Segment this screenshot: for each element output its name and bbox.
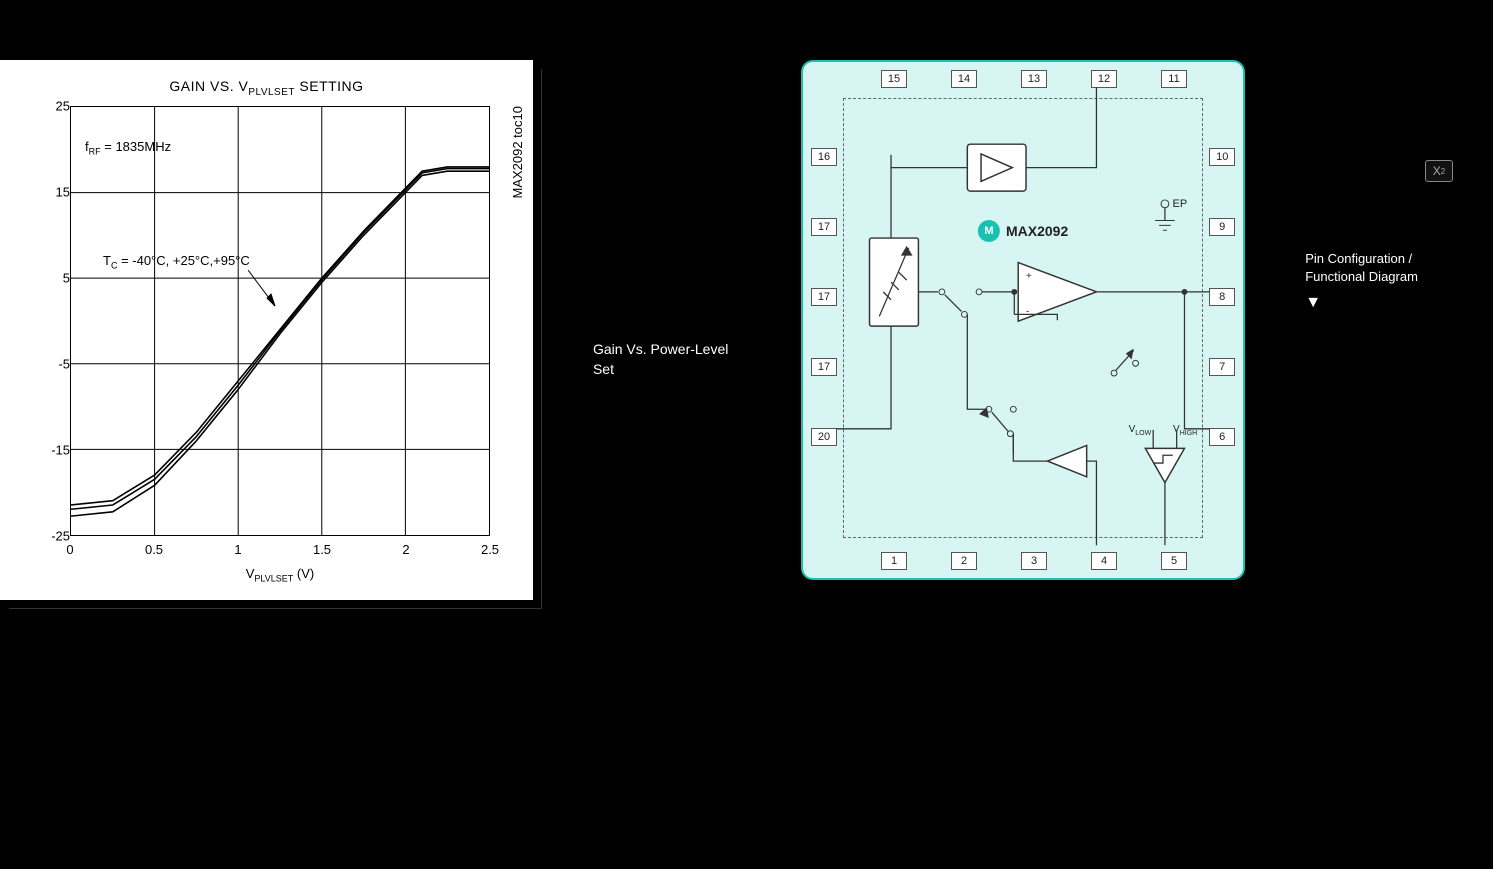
superscript-tool-button[interactable]: X2 <box>1425 160 1453 182</box>
chart-plot-area: fRF = 1835MHz TC = -40°C, +25°C,+95°C <box>70 106 490 536</box>
dropdown-arrow-icon[interactable]: ▼ <box>1305 286 1321 314</box>
diagram-caption-block[interactable]: Pin Configuration / Functional Diagram ▼ <box>1305 60 1473 315</box>
chart-title: GAIN VS. VPLVLSET SETTING <box>0 78 533 98</box>
y-ticks: 25 15 5 -5 -15 -25 <box>32 106 70 536</box>
svg-text:+: + <box>1026 271 1032 282</box>
annot-tc: TC = -40°C, +25°C,+95°C <box>103 253 250 271</box>
chart-caption: Gain Vs. Power-Level Set <box>593 60 741 379</box>
chart-toc-label: MAX2092 toc10 <box>510 106 525 199</box>
x-ticks: 0 0.5 1 1.5 2 2.5 <box>70 542 490 562</box>
pin-diagram-panel: 15 14 13 12 11 10 9 8 7 6 1 2 3 4 5 16 1… <box>801 60 1245 580</box>
annot-frf: fRF = 1835MHz <box>85 139 171 157</box>
x-axis-label: VPLVLSET (V) <box>70 566 490 584</box>
svg-text:-: - <box>1026 306 1029 317</box>
diagram-caption-text: Pin Configuration / Functional Diagram <box>1305 251 1418 284</box>
block-diagram-svg: + - <box>803 62 1243 571</box>
gain-chart-panel: GAIN (dB) GAIN VS. VPLVLSET SETTING MAX2… <box>0 60 533 600</box>
